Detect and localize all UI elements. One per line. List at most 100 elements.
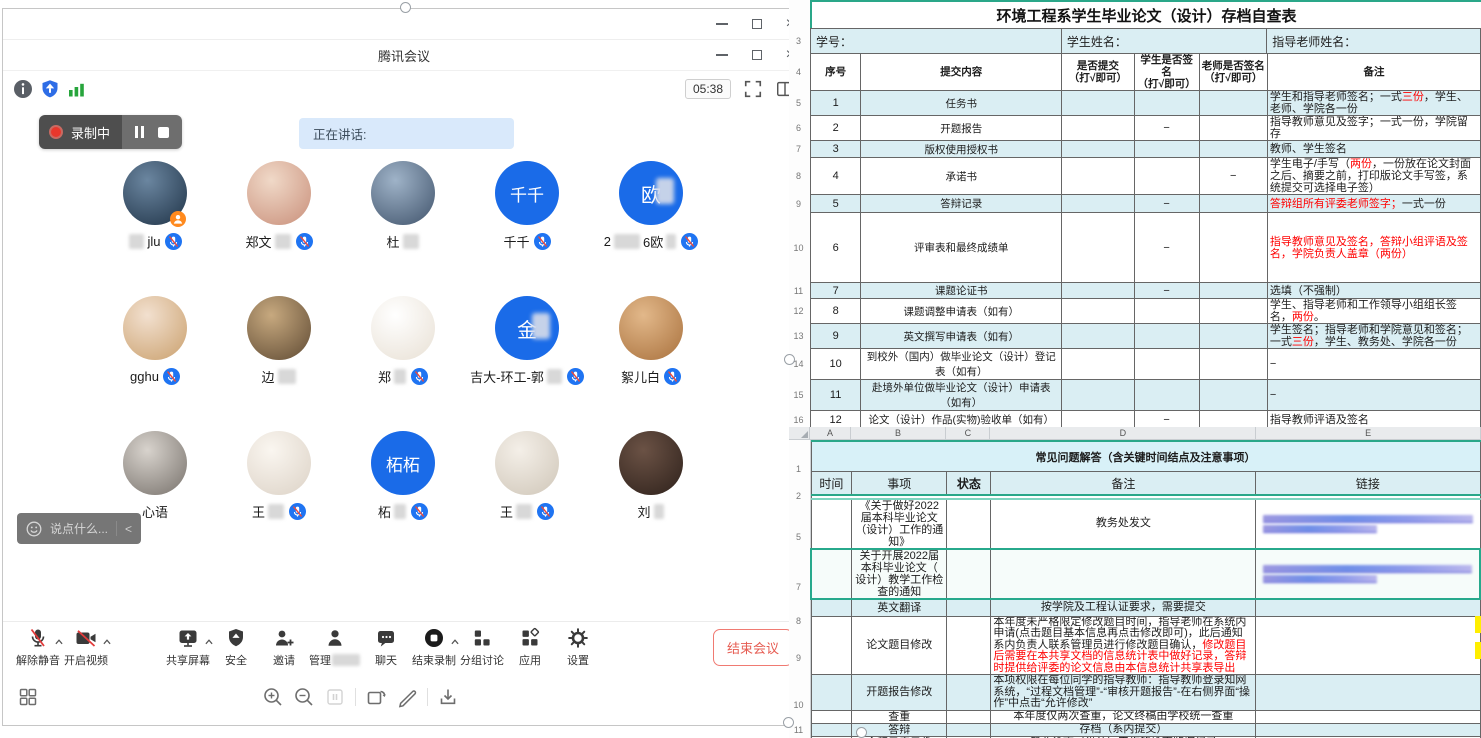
cell-time[interactable] xyxy=(811,499,852,549)
column-letter[interactable]: A xyxy=(810,427,851,439)
row-number[interactable]: 15 xyxy=(789,390,808,400)
cell-link[interactable] xyxy=(1256,549,1480,599)
cell-check[interactable] xyxy=(1134,324,1199,349)
cell-check[interactable] xyxy=(1062,283,1134,299)
cell-remark[interactable]: 选填（不强制） xyxy=(1267,283,1480,299)
cell-remark[interactable]: 学生、指导老师和工作领导小组组长签名，两份。 xyxy=(1267,299,1480,324)
cell-content[interactable]: 承诺书 xyxy=(861,158,1062,195)
toolbar-mic-off[interactable]: 解除静音 xyxy=(15,627,61,668)
toolbar-camera-off[interactable]: 开启视频 xyxy=(63,627,109,668)
participant-tile[interactable]: 千千千千 xyxy=(465,161,589,296)
cell-seq[interactable]: 9 xyxy=(811,324,861,349)
cell-check[interactable]: − xyxy=(1134,116,1199,141)
cell-time[interactable] xyxy=(811,549,852,599)
participant-tile[interactable]: 刘 xyxy=(589,431,713,566)
cell-item[interactable]: 英文翻译 xyxy=(852,599,947,616)
cell-check[interactable] xyxy=(1199,195,1267,213)
cell-check[interactable] xyxy=(1199,324,1267,349)
cell-content[interactable]: 答辩记录 xyxy=(861,195,1062,213)
column-header[interactable]: 时间 xyxy=(811,472,852,496)
capture-handle-bottom[interactable] xyxy=(856,727,867,738)
fullscreen-icon[interactable] xyxy=(743,79,763,99)
cell-remark[interactable]: 学生电子/手写（两份，一份放在论文封面之后、摘要之前，打印版论文手写签，系统提交… xyxy=(1267,158,1480,195)
row-number[interactable]: 3 xyxy=(789,36,808,46)
cell-check[interactable] xyxy=(1134,349,1199,380)
toolbar-breakout[interactable]: 分组讨论 xyxy=(459,627,505,668)
cell-remark[interactable]: 学生签名；指导老师和学院意见和签名；一式三份，学生、教务处、学院各一份 xyxy=(1267,324,1480,349)
participant-tile[interactable]: 杜 xyxy=(341,161,465,296)
cell-time[interactable] xyxy=(811,710,852,723)
cell-link[interactable] xyxy=(1256,616,1480,675)
cell-remark[interactable]: 答辩组所有评委老师签字；一式一份 xyxy=(1267,195,1480,213)
cell-content[interactable]: 版权使用授权书 xyxy=(861,141,1062,158)
cell-check[interactable] xyxy=(1199,411,1267,429)
row-number[interactable]: 2 xyxy=(789,491,808,501)
column-header[interactable]: 事项 xyxy=(852,472,947,496)
toolbar-stop-record[interactable]: 结束录制 xyxy=(411,627,457,668)
row-number[interactable]: 13 xyxy=(789,331,808,341)
collapse-chat-icon[interactable]: < xyxy=(125,522,132,536)
column-header[interactable]: 是否提交 （打√即可） xyxy=(1062,54,1134,91)
cell-seq[interactable]: 1 xyxy=(811,91,861,116)
zoom-out-icon[interactable] xyxy=(293,686,315,708)
cell-check[interactable] xyxy=(1134,299,1199,324)
grid-view-icon[interactable] xyxy=(17,686,39,708)
cell-remark[interactable] xyxy=(991,549,1256,599)
cell-check[interactable]: − xyxy=(1134,213,1199,283)
cell-remark[interactable]: 教师、学生签名 xyxy=(1267,141,1480,158)
cell-seq[interactable]: 12 xyxy=(811,411,861,429)
participant-tile[interactable]: 王 xyxy=(217,431,341,566)
row-number[interactable]: 5 xyxy=(789,532,808,542)
cell-seq[interactable]: 5 xyxy=(811,195,861,213)
row-number[interactable]: 8 xyxy=(789,616,808,626)
toolbar-apps[interactable]: 应用 xyxy=(507,627,553,668)
toolbar-share-screen[interactable]: 共享屏幕 xyxy=(165,627,211,668)
blurred-hyperlink[interactable] xyxy=(1263,565,1472,573)
cell-status[interactable] xyxy=(947,723,991,736)
column-letter[interactable]: B xyxy=(851,427,946,439)
cell-check[interactable] xyxy=(1062,299,1134,324)
zoom-in-icon[interactable] xyxy=(262,686,284,708)
row-number[interactable]: 16 xyxy=(789,415,808,425)
cell-remark[interactable]: 本项权限在每位同学的指导教师：指导教师登录知网系统，“过程文档管理”-“审核开题… xyxy=(991,675,1256,711)
row-number[interactable]: 7 xyxy=(789,582,808,592)
column-header[interactable]: 链接 xyxy=(1256,472,1480,496)
cell-check[interactable]: − xyxy=(1134,283,1199,299)
cell-item[interactable]: 查重 xyxy=(852,710,947,723)
row-number[interactable]: 5 xyxy=(789,98,808,108)
cell-seq[interactable]: 3 xyxy=(811,141,861,158)
cell-status[interactable] xyxy=(947,675,991,711)
cell-time[interactable] xyxy=(811,675,852,711)
cell-time[interactable] xyxy=(811,616,852,675)
capture-handle-right[interactable] xyxy=(784,354,795,365)
cell-check[interactable] xyxy=(1199,141,1267,158)
participant-tile[interactable]: 欧26欧 xyxy=(589,161,713,296)
cell-content[interactable]: 课题论证书 xyxy=(861,283,1062,299)
cell-check[interactable] xyxy=(1134,158,1199,195)
row-number[interactable]: 1 xyxy=(789,464,808,474)
sheet-corner[interactable] xyxy=(789,427,810,439)
row-number[interactable]: 6 xyxy=(789,123,808,133)
download-icon[interactable] xyxy=(437,686,459,708)
column-letter[interactable]: E xyxy=(1256,427,1481,439)
maximize-icon[interactable] xyxy=(752,50,762,60)
row-number[interactable]: 10 xyxy=(789,700,808,710)
cell-check[interactable]: − xyxy=(1134,195,1199,213)
cell-status[interactable] xyxy=(947,616,991,675)
cell-check[interactable] xyxy=(1062,213,1134,283)
cell-time[interactable] xyxy=(811,599,852,616)
toolbar-shield-dark[interactable]: 安全 xyxy=(213,627,259,668)
cell-remark[interactable]: 本年度未严格限定修改题目时间，指导老师在系统内申请(点击题目基本信息再点击修改即… xyxy=(991,616,1256,675)
chat-quickbar[interactable]: 说点什么... < xyxy=(17,513,141,544)
toolbar-members[interactable]: 管理 xyxy=(309,627,361,668)
participant-tile[interactable]: 金吉大-环工-郭 xyxy=(465,296,589,431)
cell-check[interactable]: − xyxy=(1199,158,1267,195)
cell-content[interactable]: 任务书 xyxy=(861,91,1062,116)
cell-seq[interactable]: 2 xyxy=(811,116,861,141)
cell-link[interactable] xyxy=(1256,675,1480,711)
cell-link[interactable] xyxy=(1256,599,1480,616)
column-header[interactable]: 备注 xyxy=(991,472,1256,496)
toolbar-invite[interactable]: 邀请 xyxy=(261,627,307,668)
participant-tile[interactable]: 边 xyxy=(217,296,341,431)
cell-link[interactable] xyxy=(1256,499,1480,549)
